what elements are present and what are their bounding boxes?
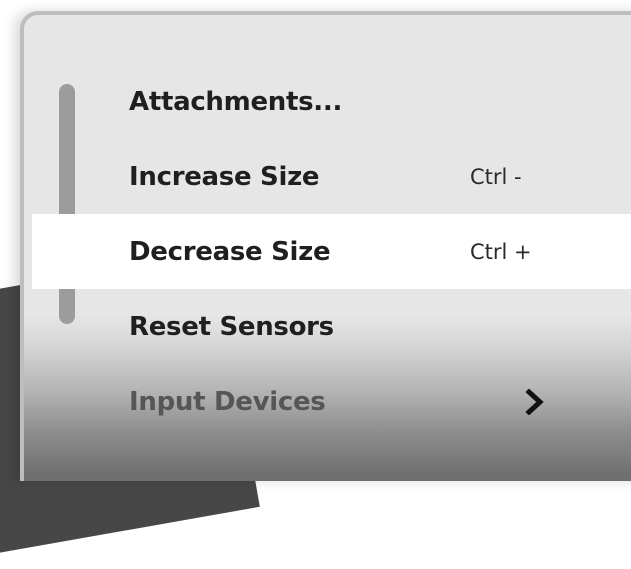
menu-item-label: Attachments... xyxy=(129,86,343,117)
menu-item-shortcut: Ctrl + xyxy=(470,239,532,264)
menu-item-label: Increase Size xyxy=(129,161,320,192)
menu-item-label: Reset Sensors xyxy=(129,311,334,342)
menu-item-increase-size[interactable]: Increase Size Ctrl - xyxy=(32,139,631,214)
menu-item-decrease-size[interactable]: Decrease Size Ctrl + xyxy=(32,214,631,289)
menu-item-label: Input Devices xyxy=(129,386,326,417)
menu-item-shortcut: Ctrl - xyxy=(470,164,522,189)
menu-item-label: Decrease Size xyxy=(129,236,331,267)
chevron-right-icon xyxy=(525,388,544,415)
menu-item-attachments[interactable]: Attachments... xyxy=(32,64,631,139)
menu-item-input-devices[interactable]: Input Devices xyxy=(32,364,631,439)
menu-item-reset-sensors[interactable]: Reset Sensors xyxy=(32,289,631,364)
context-menu: Attachments... Increase Size Ctrl - Decr… xyxy=(20,11,631,481)
